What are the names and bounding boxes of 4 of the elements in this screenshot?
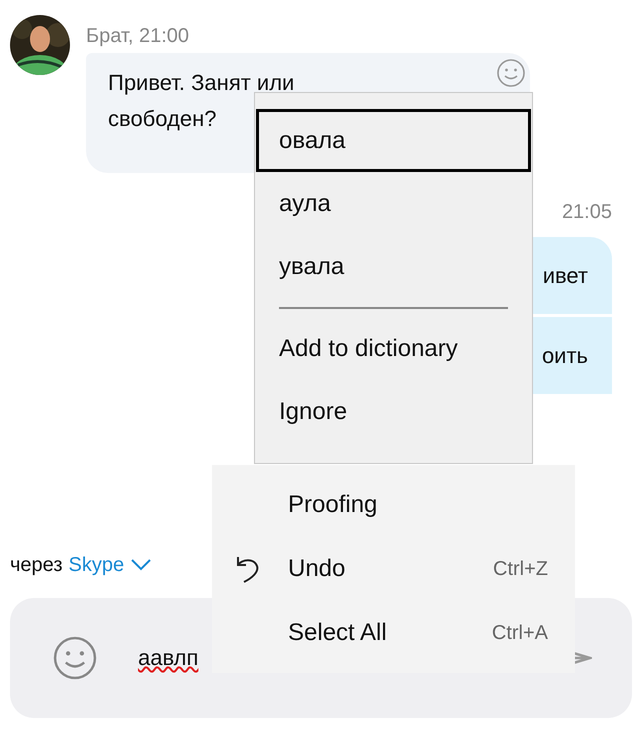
field-value: аавлп bbox=[138, 645, 198, 671]
via-label: через bbox=[10, 553, 63, 578]
message-time: 21:05 bbox=[562, 200, 612, 225]
sender-time: Брат, 21:00 bbox=[86, 24, 190, 49]
